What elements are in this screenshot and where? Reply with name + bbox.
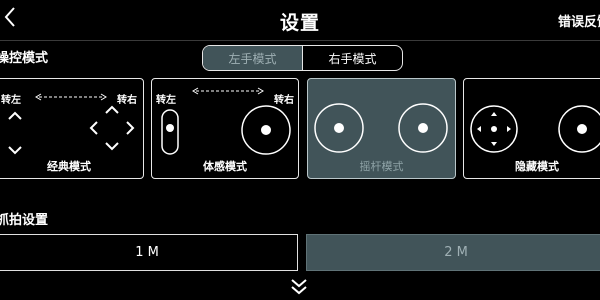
double-chevron-down-icon xyxy=(291,279,307,295)
header-divider xyxy=(0,40,600,41)
vertical-slider-icon xyxy=(161,109,179,155)
right-joystick-icon xyxy=(398,103,448,153)
joystick-icon xyxy=(558,105,600,153)
resolution-1m-button[interactable]: 1 M xyxy=(0,234,298,271)
double-arrow-icon xyxy=(35,93,107,101)
turn-left-label: 转左 xyxy=(1,95,21,106)
expand-more-button[interactable] xyxy=(288,278,310,300)
joystick-mode-card[interactable]: 摇杆模式 xyxy=(307,78,456,179)
motion-mode-label: 体感模式 xyxy=(203,160,247,173)
hidden-mode-label: 隐藏模式 xyxy=(515,160,559,173)
error-feedback-button[interactable]: 错误反馈 xyxy=(558,11,600,30)
hidden-mode-card[interactable]: 隐藏模式 xyxy=(463,78,600,179)
snapshot-settings-label: 抓拍设置 xyxy=(0,213,49,228)
turn-left-label: 转左 xyxy=(156,95,176,106)
motion-mode-card[interactable]: 转左 转右 体感模式 xyxy=(151,78,299,179)
direction-joystick-icon xyxy=(470,105,518,153)
classic-mode-label: 经典模式 xyxy=(47,160,91,173)
resolution-2m-button[interactable]: 2 M xyxy=(306,234,600,271)
left-hand-mode-button[interactable]: 左手模式 xyxy=(203,46,303,70)
right-hand-mode-button[interactable]: 右手模式 xyxy=(303,46,402,70)
classic-mode-card[interactable]: 转左 转右 经典模式 xyxy=(0,78,144,179)
joystick-icon xyxy=(241,105,291,155)
joystick-mode-label: 摇杆模式 xyxy=(359,160,404,173)
left-joystick-icon xyxy=(314,103,364,153)
control-mode-label: 操控模式 xyxy=(0,51,49,66)
hand-mode-toggle: 左手模式 右手模式 xyxy=(202,45,403,71)
direction-pad-icon xyxy=(89,105,135,151)
page-title: 设置 xyxy=(279,12,320,34)
double-arrow-icon xyxy=(192,87,264,95)
up-down-arrows-icon xyxy=(8,111,22,155)
